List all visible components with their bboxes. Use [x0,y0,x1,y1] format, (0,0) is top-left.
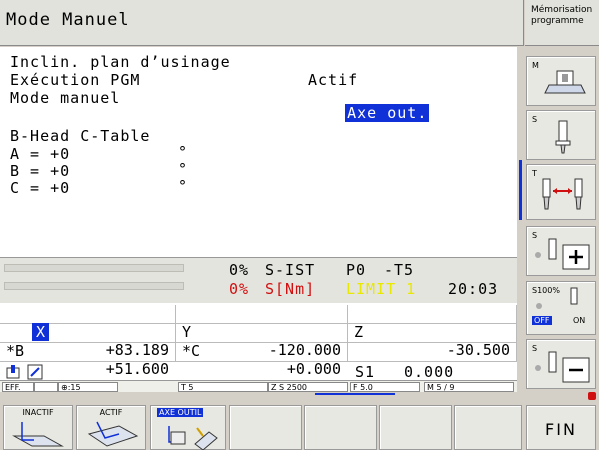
tool-change-icon [542,178,583,210]
softkey-empty-6[interactable] [379,405,452,450]
position-empty-4 [348,343,517,362]
program-memo-button[interactable]: Mémorisation programme [525,0,599,46]
torque-pct: 0% [229,280,250,298]
manual-mode-value-wrap: Axe out. [305,91,430,136]
memo-line2: programme [531,16,584,26]
tool-axis-icon [168,426,218,450]
tool-info: T 5 [178,382,268,392]
spindle-plus-icon [535,238,590,270]
status-strip: 0% S-IST P0 -T5 0% S[Nm] LIMIT 1 20:03 [0,257,517,303]
limit-indicator: LIMIT 1 [346,280,417,298]
tool-t5: -T5 [384,261,415,279]
override-off-toggle[interactable]: OFF [532,316,552,325]
clock-time: 20:03 [448,280,499,298]
position-empty-3 [176,343,348,362]
tool-holder-icon [6,364,43,380]
kinematics-label: B-Head C-Table [10,127,151,145]
softkey-fin[interactable]: FIN [526,405,596,450]
plane-inactive-icon [12,422,64,447]
header-bar: Mode Manuel [0,0,524,46]
position-c: *C +0.000 [176,324,348,378]
mode-title: Mode Manuel [6,10,130,30]
position-empty [348,324,517,343]
softkey-s-spindle[interactable]: S [526,110,596,160]
softkey-actif[interactable]: ACTIF [76,405,146,450]
m-function-icon [544,70,586,94]
plane-active-icon [87,421,139,447]
feed-time: ⊕:15 [58,382,118,392]
softkey-m-function[interactable]: M [526,56,596,106]
position-y: Y -120.000 [176,305,348,359]
softkey-t-tool[interactable]: T [526,164,596,220]
mfunc-info: M 5 / 9 [424,382,514,392]
spindle-s1-label: S1 [355,363,376,381]
softkey-empty-7[interactable] [454,405,522,450]
scroll-indicator [519,160,522,220]
s-ist: S-IST [265,261,316,279]
spindle-info: Z S 2500 [268,382,348,392]
axis-b: B = +0 [10,162,71,180]
axis-a: A = +0 [10,145,71,163]
load-bar-1 [4,264,184,272]
axis-b-value: +51.600 [105,360,169,378]
axis-a-unit: ° [178,143,189,161]
pgm-run-value: Actif [308,71,359,89]
softkey-spindle-plus[interactable]: S [526,226,596,276]
preset-p0: P0 [346,261,367,279]
spindle-minus-icon [535,351,590,383]
timer-icon: ⊕ [61,383,68,392]
manual-mode-value[interactable]: Axe out. [345,104,430,122]
progress-underline [315,393,395,395]
position-display: X +83.189 Y -120.000 Z -30.500 *B +51.60… [0,303,517,381]
spindle-s1-value: 0.000 [404,363,455,381]
axis-c: C = +0 [10,179,71,197]
eff-label: EFF. [2,382,34,392]
s-nm: S[Nm] [265,280,316,298]
eff-box [34,382,58,392]
spindle-icon [555,120,571,154]
manual-mode-label: Mode manuel [10,89,121,107]
pgm-run-label: Exécution PGM [10,71,141,89]
axis-c-value: +0.000 [286,360,341,378]
timer-value: :15 [67,383,81,392]
load-bar-2 [4,282,184,290]
axis-b-unit: ° [178,160,189,178]
softkey-empty-4[interactable] [229,405,302,450]
main-panel: Inclin. plan d’usinage Exécution PGM Act… [0,47,517,257]
position-z: Z -30.500 [348,305,517,359]
spindle-pct: 0% [229,261,250,279]
info-line: EFF. ⊕:15 T 5 Z S 2500 F 5.0 M 5 / 9 [0,380,517,392]
position-empty-2 [0,343,176,362]
position-x: X +83.189 [0,305,176,359]
position-b: *B +51.600 [0,324,176,378]
softkey-spindle-minus[interactable]: S [526,339,596,389]
override-on-toggle[interactable]: ON [573,316,585,325]
softkey-axe-outil[interactable]: AXE OUTIL [150,405,226,450]
alarm-indicator-icon [588,392,596,400]
feed-info: F 5.0 [350,382,420,392]
memo-line1: Mémorisation [531,5,593,15]
softkey-inactif[interactable]: INACTIF [3,405,73,450]
spindle-override-icon [536,287,578,309]
tilt-plane-title: Inclin. plan d’usinage [10,53,231,71]
fin-label: FIN [545,420,577,439]
axis-c-unit: ° [178,177,189,195]
softkey-spindle-override[interactable]: S100% OFF ON [526,281,596,335]
softkey-empty-5[interactable] [304,405,377,450]
